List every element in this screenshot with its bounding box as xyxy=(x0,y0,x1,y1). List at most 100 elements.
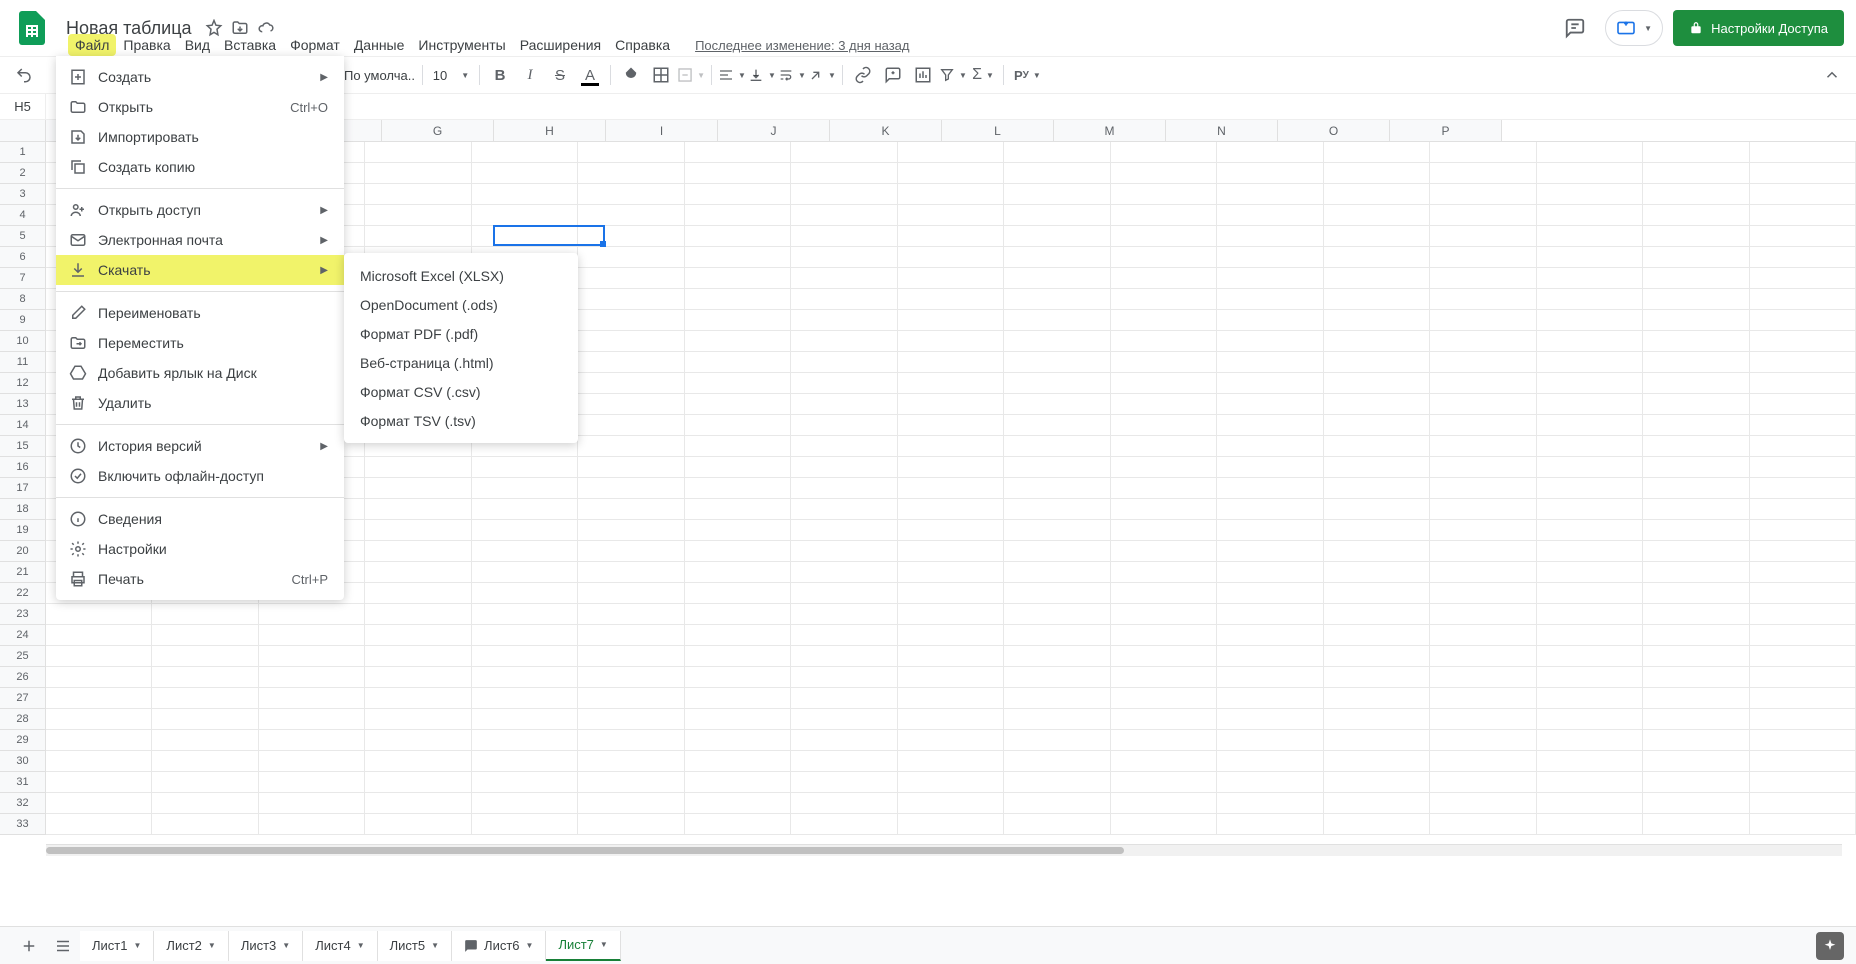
last-edit-link[interactable]: Последнее изменение: 3 дня назад xyxy=(695,38,909,53)
row-header[interactable]: 29 xyxy=(0,730,46,751)
vertical-align-button[interactable]: ▼ xyxy=(748,61,776,89)
menu-item-правка[interactable]: Правка xyxy=(116,34,177,56)
row-header[interactable]: 24 xyxy=(0,625,46,646)
file-menu-item[interactable]: Создать▶ xyxy=(56,62,344,92)
row-header[interactable]: 30 xyxy=(0,751,46,772)
text-color-button[interactable]: A xyxy=(576,61,604,89)
row-header[interactable]: 18 xyxy=(0,499,46,520)
row-header[interactable]: 11 xyxy=(0,352,46,373)
insert-comment-button[interactable] xyxy=(879,61,907,89)
row-header[interactable]: 2 xyxy=(0,163,46,184)
row-header[interactable]: 15 xyxy=(0,436,46,457)
merge-cells-button[interactable]: ▼ xyxy=(677,61,705,89)
strikethrough-button[interactable]: S xyxy=(546,61,574,89)
file-menu-item[interactable]: ПечатьCtrl+P xyxy=(56,564,344,594)
download-format-item[interactable]: Microsoft Excel (XLSX) xyxy=(344,261,578,290)
row-header[interactable]: 13 xyxy=(0,394,46,415)
row-header[interactable]: 31 xyxy=(0,772,46,793)
italic-button[interactable]: I xyxy=(516,61,544,89)
text-wrap-button[interactable]: ▼ xyxy=(778,61,806,89)
add-sheet-button[interactable] xyxy=(12,931,46,961)
row-header[interactable]: 12 xyxy=(0,373,46,394)
download-format-item[interactable]: Формат TSV (.tsv) xyxy=(344,406,578,435)
column-header[interactable]: P xyxy=(1390,120,1502,141)
download-format-item[interactable]: OpenDocument (.ods) xyxy=(344,290,578,319)
horizontal-align-button[interactable]: ▼ xyxy=(718,61,746,89)
row-header[interactable]: 7 xyxy=(0,268,46,289)
fill-color-button[interactable] xyxy=(617,61,645,89)
font-size-select[interactable]: 10▼ xyxy=(429,68,473,83)
comments-icon[interactable] xyxy=(1555,8,1595,48)
file-menu-item[interactable]: Открыть доступ▶ xyxy=(56,195,344,225)
row-header[interactable]: 8 xyxy=(0,289,46,310)
undo-button[interactable] xyxy=(10,61,38,89)
row-header[interactable]: 3 xyxy=(0,184,46,205)
font-family-select[interactable]: По умолча...▼ xyxy=(340,65,416,86)
row-header[interactable]: 5 xyxy=(0,226,46,247)
all-sheets-button[interactable] xyxy=(46,931,80,961)
column-header[interactable]: O xyxy=(1278,120,1390,141)
menu-item-формат[interactable]: Формат xyxy=(283,34,347,56)
file-menu-item[interactable]: Переместить xyxy=(56,328,344,358)
explore-button[interactable] xyxy=(1816,932,1844,960)
menu-item-вид[interactable]: Вид xyxy=(178,34,217,56)
row-header[interactable]: 33 xyxy=(0,814,46,835)
row-header[interactable]: 4 xyxy=(0,205,46,226)
row-header[interactable]: 17 xyxy=(0,478,46,499)
functions-button[interactable]: Σ▼ xyxy=(969,61,997,89)
borders-button[interactable] xyxy=(647,61,675,89)
sheet-tab[interactable]: Лист1▼ xyxy=(80,931,154,961)
row-header[interactable]: 10 xyxy=(0,331,46,352)
file-menu-item[interactable]: Удалить xyxy=(56,388,344,418)
download-format-item[interactable]: Веб-страница (.html) xyxy=(344,348,578,377)
present-button[interactable]: ▼ xyxy=(1605,10,1663,46)
sheet-tab[interactable]: Лист3▼ xyxy=(229,931,303,961)
row-header[interactable]: 23 xyxy=(0,604,46,625)
row-header[interactable]: 21 xyxy=(0,562,46,583)
collapse-toolbar-button[interactable] xyxy=(1818,61,1846,89)
row-header[interactable]: 19 xyxy=(0,520,46,541)
filter-button[interactable]: ▼ xyxy=(939,61,967,89)
menu-item-файл[interactable]: Файл xyxy=(68,34,116,56)
column-header[interactable]: H xyxy=(494,120,606,141)
file-menu-item[interactable]: ОткрытьCtrl+O xyxy=(56,92,344,122)
insert-chart-button[interactable] xyxy=(909,61,937,89)
text-rotation-button[interactable]: ▼ xyxy=(808,61,836,89)
row-header[interactable]: 32 xyxy=(0,793,46,814)
column-header[interactable]: L xyxy=(942,120,1054,141)
file-menu-item[interactable]: Импортировать xyxy=(56,122,344,152)
sheet-tab[interactable]: Лист2▼ xyxy=(154,931,228,961)
row-header[interactable]: 9 xyxy=(0,310,46,331)
menu-item-инструменты[interactable]: Инструменты xyxy=(411,34,512,56)
insert-link-button[interactable] xyxy=(849,61,877,89)
file-menu-item[interactable]: Создать копию xyxy=(56,152,344,182)
bold-button[interactable]: B xyxy=(486,61,514,89)
file-menu-item[interactable]: Скачать▶ xyxy=(56,255,344,285)
file-menu-item[interactable]: История версий▶ xyxy=(56,431,344,461)
addon-button[interactable]: РУ▼ xyxy=(1010,61,1045,89)
file-menu-item[interactable]: Переименовать xyxy=(56,298,344,328)
file-menu-item[interactable]: Сведения xyxy=(56,504,344,534)
column-header[interactable]: I xyxy=(606,120,718,141)
file-menu-item[interactable]: Добавить ярлык на Диск xyxy=(56,358,344,388)
row-header[interactable]: 16 xyxy=(0,457,46,478)
row-header[interactable]: 1 xyxy=(0,142,46,163)
row-header[interactable]: 20 xyxy=(0,541,46,562)
sheet-tab[interactable]: Лист5▼ xyxy=(378,931,452,961)
row-header[interactable]: 14 xyxy=(0,415,46,436)
column-header[interactable]: M xyxy=(1054,120,1166,141)
sheet-tab[interactable]: Лист4▼ xyxy=(303,931,377,961)
file-menu-item[interactable]: Электронная почта▶ xyxy=(56,225,344,255)
download-format-item[interactable]: Формат CSV (.csv) xyxy=(344,377,578,406)
download-format-item[interactable]: Формат PDF (.pdf) xyxy=(344,319,578,348)
row-header[interactable]: 27 xyxy=(0,688,46,709)
menu-item-данные[interactable]: Данные xyxy=(347,34,412,56)
file-menu-item[interactable]: Настройки xyxy=(56,534,344,564)
row-header[interactable]: 22 xyxy=(0,583,46,604)
row-header[interactable]: 25 xyxy=(0,646,46,667)
menu-item-вставка[interactable]: Вставка xyxy=(217,34,283,56)
row-header[interactable]: 26 xyxy=(0,667,46,688)
column-header[interactable]: K xyxy=(830,120,942,141)
column-header[interactable]: N xyxy=(1166,120,1278,141)
file-menu-item[interactable]: Включить офлайн-доступ xyxy=(56,461,344,491)
